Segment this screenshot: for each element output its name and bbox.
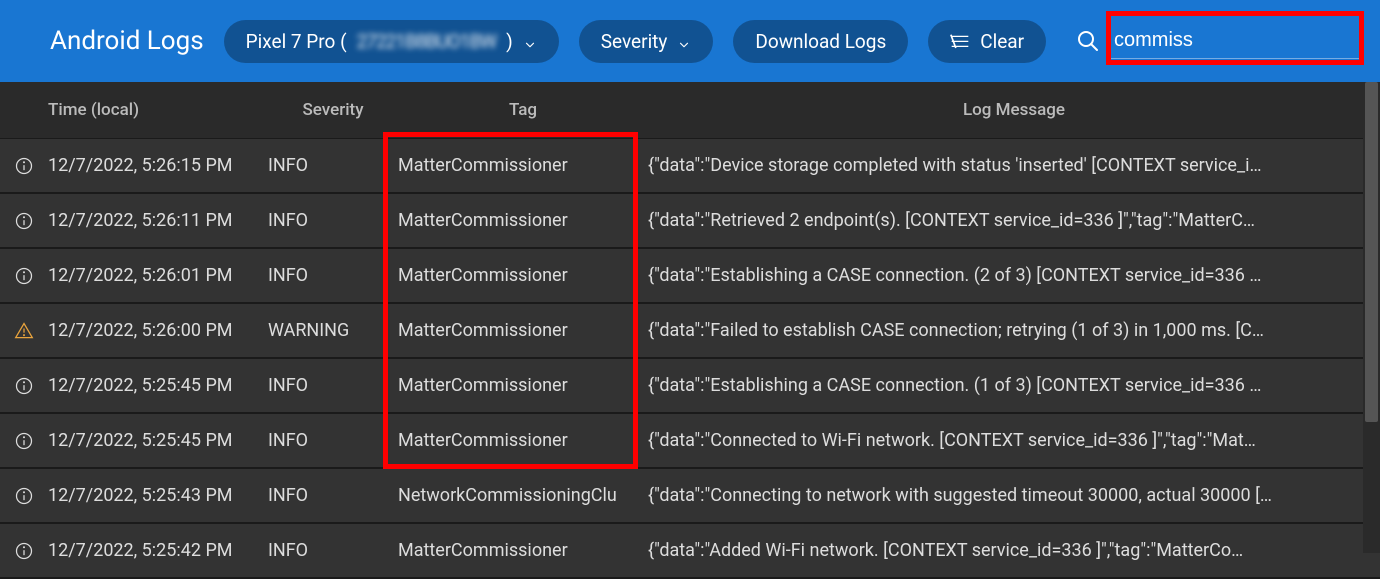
- tag-cell: MatterCommissioner: [398, 320, 648, 341]
- message-cell: {"data":"Connecting to network with sugg…: [648, 485, 1380, 506]
- message-cell: {"data":"Establishing a CASE connection.…: [648, 375, 1380, 396]
- severity-cell: WARNING: [268, 320, 398, 341]
- severity-cell: INFO: [268, 540, 398, 561]
- device-label-suffix: ): [506, 30, 513, 53]
- search-wrap: [1076, 23, 1360, 59]
- table-row[interactable]: 12/7/2022, 5:26:15 PMINFOMatterCommissio…: [0, 139, 1380, 194]
- info-icon: [0, 541, 48, 561]
- message-cell: {"data":"Connected to Wi-Fi network. [CO…: [648, 430, 1380, 451]
- tag-cell: MatterCommissioner: [398, 210, 648, 231]
- table-body: 12/7/2022, 5:26:15 PMINFOMatterCommissio…: [0, 139, 1380, 579]
- table-row[interactable]: 12/7/2022, 5:26:11 PMINFOMatterCommissio…: [0, 194, 1380, 249]
- severity-cell: INFO: [268, 265, 398, 286]
- info-icon: [0, 431, 48, 451]
- search-input[interactable]: [1110, 23, 1360, 59]
- download-logs-button[interactable]: Download Logs: [733, 20, 908, 63]
- device-selector[interactable]: Pixel 7 Pro ( 27221B8BUO1BW): [224, 20, 559, 63]
- tag-cell: MatterCommissioner: [398, 430, 648, 451]
- warning-icon: [0, 321, 48, 341]
- severity-cell: INFO: [268, 375, 398, 396]
- column-header-time: Time (local): [48, 100, 268, 120]
- time-cell: 12/7/2022, 5:26:00 PM: [48, 320, 268, 341]
- clear-button[interactable]: Clear: [928, 20, 1046, 63]
- info-icon: [0, 266, 48, 286]
- table-row[interactable]: 12/7/2022, 5:26:00 PMWARNINGMatterCommis…: [0, 304, 1380, 359]
- message-cell: {"data":"Retrieved 2 endpoint(s). [CONTE…: [648, 210, 1380, 231]
- tag-cell: MatterCommissioner: [398, 155, 648, 176]
- column-header-tag: Tag: [398, 100, 648, 120]
- tag-cell: MatterCommissioner: [398, 375, 648, 396]
- device-label-prefix: Pixel 7 Pro (: [246, 30, 347, 53]
- table-row[interactable]: 12/7/2022, 5:25:42 PMINFOMatterCommissio…: [0, 524, 1380, 579]
- severity-label: Severity: [601, 30, 668, 53]
- time-cell: 12/7/2022, 5:25:43 PM: [48, 485, 268, 506]
- severity-cell: INFO: [268, 155, 398, 176]
- column-header-severity: Severity: [268, 100, 398, 120]
- severity-cell: INFO: [268, 210, 398, 231]
- time-cell: 12/7/2022, 5:26:15 PM: [48, 155, 268, 176]
- table-row[interactable]: 12/7/2022, 5:26:01 PMINFOMatterCommissio…: [0, 249, 1380, 304]
- search-icon: [1076, 29, 1100, 53]
- info-icon: [0, 376, 48, 396]
- table-row[interactable]: 12/7/2022, 5:25:45 PMINFOMatterCommissio…: [0, 359, 1380, 414]
- message-cell: {"data":"Device storage completed with s…: [648, 155, 1380, 176]
- chevron-down-icon: [677, 34, 691, 48]
- time-cell: 12/7/2022, 5:26:01 PM: [48, 265, 268, 286]
- tag-cell: MatterCommissioner: [398, 265, 648, 286]
- header-bar: Android Logs Pixel 7 Pro ( 27221B8BUO1BW)…: [0, 0, 1380, 82]
- page-title: Android Logs: [50, 26, 204, 56]
- time-cell: 12/7/2022, 5:25:45 PM: [48, 375, 268, 396]
- column-header-message: Log Message: [648, 100, 1380, 120]
- tag-cell: NetworkCommissioningClu: [398, 485, 648, 506]
- clear-label: Clear: [980, 30, 1024, 53]
- table-row[interactable]: 12/7/2022, 5:25:45 PMINFOMatterCommissio…: [0, 414, 1380, 469]
- severity-cell: INFO: [268, 430, 398, 451]
- severity-filter[interactable]: Severity: [579, 20, 714, 63]
- message-cell: {"data":"Failed to establish CASE connec…: [648, 320, 1380, 341]
- tag-cell: MatterCommissioner: [398, 540, 648, 561]
- message-cell: {"data":"Establishing a CASE connection.…: [648, 265, 1380, 286]
- severity-cell: INFO: [268, 485, 398, 506]
- clear-icon: [950, 32, 970, 50]
- download-logs-label: Download Logs: [755, 30, 886, 53]
- scrollbar-track[interactable]: [1363, 82, 1380, 553]
- table-header: Time (local) Severity Tag Log Message: [0, 82, 1380, 139]
- table-row[interactable]: 12/7/2022, 5:25:43 PMINFONetworkCommissi…: [0, 469, 1380, 524]
- info-icon: [0, 211, 48, 231]
- info-icon: [0, 486, 48, 506]
- message-cell: {"data":"Added Wi-Fi network. [CONTEXT s…: [648, 540, 1380, 561]
- device-id-redacted: 27221B8BUO1BW: [357, 30, 497, 53]
- time-cell: 12/7/2022, 5:26:11 PM: [48, 210, 268, 231]
- time-cell: 12/7/2022, 5:25:45 PM: [48, 430, 268, 451]
- scrollbar-thumb[interactable]: [1365, 82, 1378, 422]
- chevron-down-icon: [523, 34, 537, 48]
- info-icon: [0, 156, 48, 176]
- time-cell: 12/7/2022, 5:25:42 PM: [48, 540, 268, 561]
